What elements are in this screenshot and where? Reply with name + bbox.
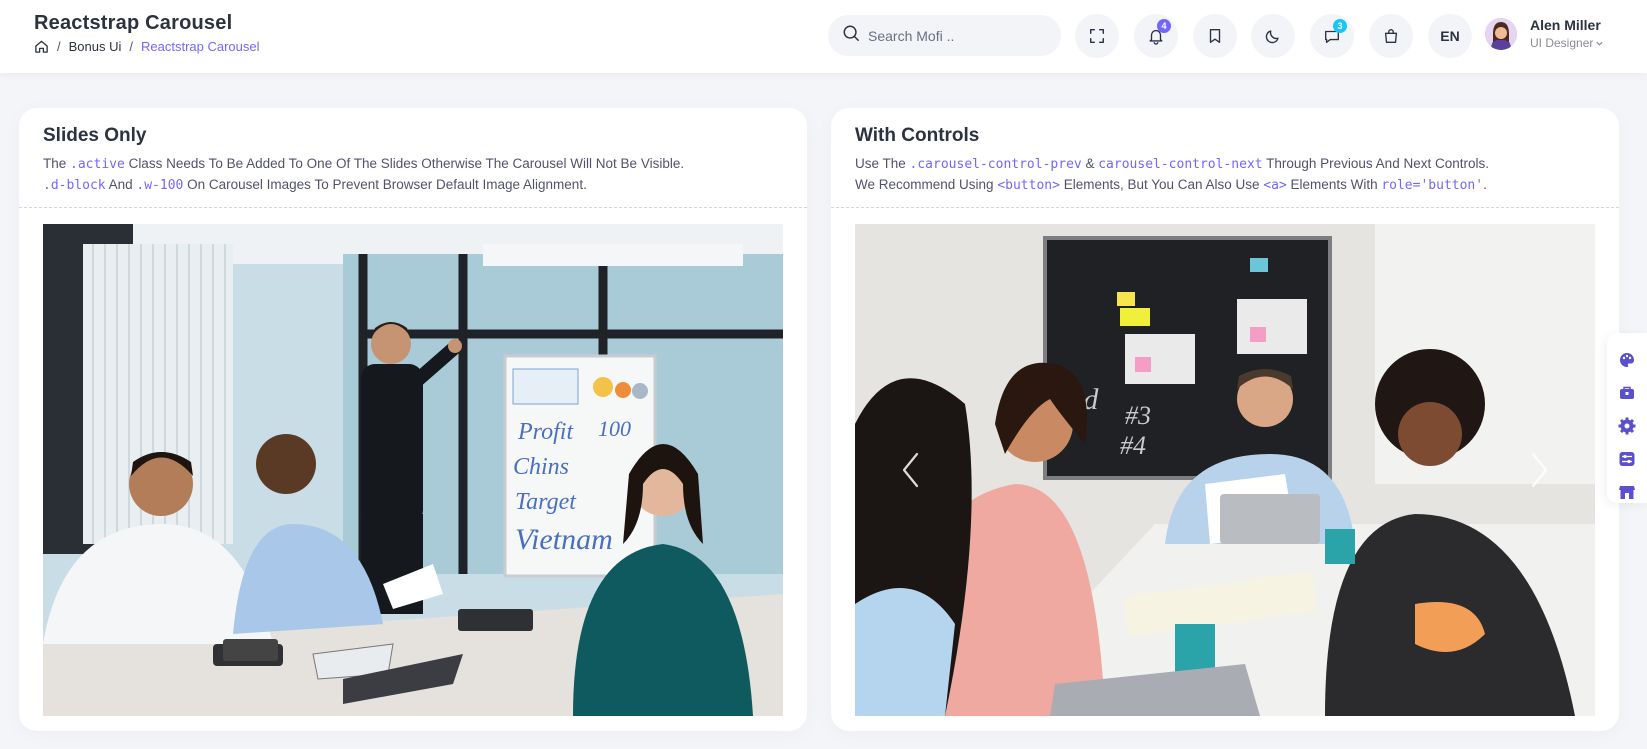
language-button[interactable]: EN <box>1428 14 1472 58</box>
board-text: #4 <box>1120 431 1146 460</box>
slides-only-card: Slides Only The .active Class Needs To B… <box>19 108 807 731</box>
board-text: 100 <box>598 416 631 441</box>
user-profile[interactable]: Alen Miller UI Designer <box>1485 17 1604 50</box>
chevron-down-icon <box>1596 41 1603 46</box>
carousel-control-prev[interactable] <box>855 224 965 716</box>
bookmark-icon <box>1209 29 1221 43</box>
carousel-slides-only[interactable]: Profit 100 Chins Target Vietnam <box>43 224 783 716</box>
board-text: #3 <box>1125 401 1151 430</box>
card-header: Slides Only The .active Class Needs To B… <box>19 108 807 208</box>
home-icon[interactable] <box>34 39 49 54</box>
notifications-badge: 4 <box>1157 19 1171 33</box>
search-box[interactable] <box>828 15 1061 56</box>
dark-mode-toggle[interactable] <box>1251 14 1295 58</box>
carousel-control-next[interactable] <box>1485 224 1595 716</box>
chevron-right-icon <box>1531 452 1548 488</box>
shopping-bag-icon <box>1384 29 1398 43</box>
fullscreen-button[interactable] <box>1075 14 1119 58</box>
breadcrumb-separator: / <box>57 39 61 54</box>
cart-button[interactable] <box>1369 14 1413 58</box>
board-text: Chins <box>513 454 569 480</box>
search-input[interactable] <box>868 27 1048 44</box>
messages-button[interactable]: 3 <box>1310 14 1354 58</box>
page-title: Reactstrap Carousel <box>34 12 233 34</box>
moon-icon <box>1265 30 1279 44</box>
search-icon <box>842 24 860 47</box>
board-text: Target <box>515 489 577 515</box>
card-title: Slides Only <box>43 125 147 146</box>
avatar <box>1485 17 1517 50</box>
carousel-slide-image: ed #3 #4 <box>855 224 1595 716</box>
with-controls-card: With Controls Use The .carousel-control-… <box>831 108 1619 731</box>
chevron-left-icon <box>902 452 919 488</box>
top-header: Reactstrap Carousel / Bonus Ui / Reactst… <box>0 0 1647 73</box>
carousel-with-controls[interactable]: ed #3 #4 <box>855 224 1595 716</box>
user-name: Alen Miller <box>1530 17 1601 33</box>
maximize-icon <box>1089 28 1105 44</box>
sliders-icon[interactable] <box>1618 450 1636 468</box>
gear-icon[interactable] <box>1618 417 1636 435</box>
bookmark-button[interactable] <box>1193 14 1237 58</box>
customizer-toolbar <box>1607 333 1647 503</box>
card-header: With Controls Use The .carousel-control-… <box>831 108 1619 208</box>
board-text: Profit <box>517 419 574 445</box>
breadcrumb: / Bonus Ui / Reactstrap Carousel <box>34 39 260 54</box>
card-description: The .active Class Needs To Be Added To O… <box>43 156 685 193</box>
card-description: Use The .carousel-control-prev & carouse… <box>855 156 1489 193</box>
breadcrumb-separator: / <box>129 39 133 54</box>
card-title: With Controls <box>855 125 980 146</box>
board-text: Vietnam <box>515 523 613 556</box>
briefcase-icon[interactable] <box>1618 384 1636 402</box>
breadcrumb-item-bonus-ui[interactable]: Bonus Ui <box>69 39 122 54</box>
user-role: UI Designer <box>1530 36 1594 50</box>
carousel-slide-image: Profit 100 Chins Target Vietnam <box>43 224 783 716</box>
notifications-button[interactable]: 4 <box>1134 14 1178 58</box>
breadcrumb-item-current: Reactstrap Carousel <box>141 39 260 54</box>
language-label: EN <box>1440 28 1460 44</box>
store-icon[interactable] <box>1618 483 1636 501</box>
palette-icon[interactable] <box>1618 351 1636 369</box>
user-role-row: UI Designer <box>1530 36 1604 50</box>
messages-badge: 3 <box>1333 19 1347 33</box>
